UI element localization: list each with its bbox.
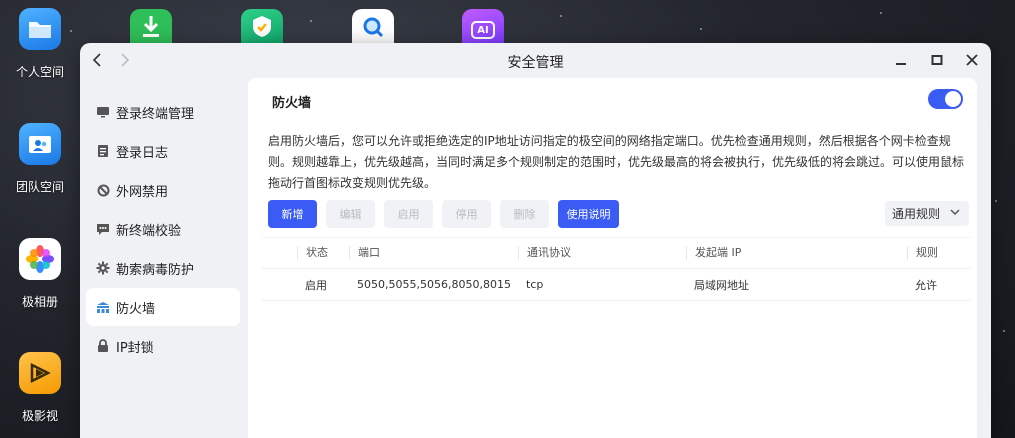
desktop-icon-label: 团队空间 xyxy=(15,180,64,194)
rule-scope-value: 通用规则 xyxy=(892,207,941,221)
maximize-icon xyxy=(931,55,943,65)
section-title: 防火墙 xyxy=(272,96,312,111)
folder-icon xyxy=(19,8,61,50)
team-folder-icon xyxy=(19,123,61,165)
column-header-protocol: 通讯协议 xyxy=(518,246,571,260)
disable-rule-button[interactable]: 停用 xyxy=(442,200,491,228)
ai-app-icon[interactable]: AI xyxy=(462,9,504,43)
column-header-source-ip: 发起端 IP xyxy=(686,246,741,260)
minimize-button[interactable] xyxy=(893,52,909,68)
search-app-icon[interactable] xyxy=(352,9,394,43)
sidebar-item-label: 外网禁用 xyxy=(116,184,169,200)
lock-icon xyxy=(96,339,110,353)
cell-status: 启用 xyxy=(305,278,327,292)
firewall-toggle[interactable] xyxy=(928,89,963,109)
message-icon xyxy=(96,222,110,236)
gear-icon xyxy=(96,261,110,275)
sidebar-item-label: 新终端校验 xyxy=(116,223,182,239)
enable-rule-button[interactable]: 启用 xyxy=(384,200,433,228)
help-button[interactable]: 使用说明 xyxy=(558,200,619,228)
sidebar-item-label: 防火墙 xyxy=(116,301,156,317)
maximize-button[interactable] xyxy=(929,52,945,68)
close-button[interactable] xyxy=(964,52,980,68)
toggle-knob xyxy=(945,91,961,107)
close-icon xyxy=(966,54,978,66)
sidebar-item-label: 勒索病毒防护 xyxy=(116,262,195,278)
cell-rule: 允许 xyxy=(915,278,937,292)
cell-port: 5050,5055,5056,8050,8015 xyxy=(357,278,511,291)
rules-table: 状态 端口 通讯协议 发起端 IP 规则 启用 5050,5055,5056,8… xyxy=(262,237,971,301)
ai-badge: AI xyxy=(471,21,495,39)
desktop-icon-label: 个人空间 xyxy=(15,65,64,79)
document-icon xyxy=(96,144,110,158)
security-app-icon[interactable] xyxy=(241,9,283,43)
security-management-window: 安全管理 登录终端管理 登录日志 外网禁用 新终端校验 勒索病毒防护 防火墙 I… xyxy=(80,43,991,438)
add-rule-button[interactable]: 新增 xyxy=(268,200,317,228)
ban-icon xyxy=(96,183,110,197)
cell-source-ip: 局域网地址 xyxy=(694,278,749,292)
sidebar-item-login-terminal[interactable]: 登录终端管理 xyxy=(86,93,240,131)
sidebar-item-login-log[interactable]: 登录日志 xyxy=(86,132,240,170)
desktop-icon-personal-space[interactable]: 个人空间 xyxy=(0,8,80,80)
delete-rule-button[interactable]: 删除 xyxy=(500,200,549,228)
photo-flower-icon xyxy=(19,238,61,280)
sidebar-item-new-terminal-check[interactable]: 新终端校验 xyxy=(86,210,240,248)
table-header: 状态 端口 通讯协议 发起端 IP 规则 xyxy=(262,237,971,269)
sidebar-item-wan-disable[interactable]: 外网禁用 xyxy=(86,171,240,209)
desktop-icon-label: 极影视 xyxy=(21,409,58,423)
desktop-icon-video[interactable]: 极影视 xyxy=(0,352,80,424)
video-icon xyxy=(19,352,61,394)
sidebar-item-firewall[interactable]: 防火墙 xyxy=(86,288,240,326)
firewall-panel: 防火墙 启用防火墙后，您可以允许或拒绝选定的IP地址访问指定的极空间的网络指定端… xyxy=(248,78,977,438)
table-row[interactable]: 启用 5050,5055,5056,8050,8015 tcp 局域网地址 允许 xyxy=(262,269,971,301)
desktop-icon-photo-album[interactable]: 极相册 xyxy=(0,238,80,310)
sidebar-item-label: IP封锁 xyxy=(116,340,154,356)
window-titlebar: 安全管理 xyxy=(80,43,991,77)
desktop-icon-team-space[interactable]: 团队空间 xyxy=(0,123,80,195)
firewall-icon xyxy=(96,300,110,314)
sidebar-item-ip-block[interactable]: IP封锁 xyxy=(86,327,240,365)
firewall-description: 启用防火墙后，您可以允许或拒绝选定的IP地址访问指定的极空间的网络指定端口。优先… xyxy=(268,134,965,190)
rule-toolbar: 新增 编辑 启用 停用 删除 使用说明 xyxy=(268,200,628,228)
desktop-icon-label: 极相册 xyxy=(21,295,58,309)
monitor-icon xyxy=(96,105,110,119)
column-header-rule: 规则 xyxy=(907,246,938,260)
sidebar: 登录终端管理 登录日志 外网禁用 新终端校验 勒索病毒防护 防火墙 IP封锁 xyxy=(80,93,246,366)
chevron-down-icon xyxy=(950,209,960,216)
cell-protocol: tcp xyxy=(526,278,544,291)
minimize-icon xyxy=(896,63,906,65)
column-header-port: 端口 xyxy=(349,246,380,260)
window-title: 安全管理 xyxy=(507,55,564,71)
rule-scope-select[interactable]: 通用规则 xyxy=(885,201,969,226)
download-app-icon[interactable] xyxy=(130,9,172,43)
sidebar-item-label: 登录终端管理 xyxy=(116,106,195,122)
column-header-status: 状态 xyxy=(297,246,328,260)
edit-rule-button[interactable]: 编辑 xyxy=(326,200,375,228)
sidebar-item-ransomware[interactable]: 勒索病毒防护 xyxy=(86,249,240,287)
sidebar-item-label: 登录日志 xyxy=(116,145,169,161)
